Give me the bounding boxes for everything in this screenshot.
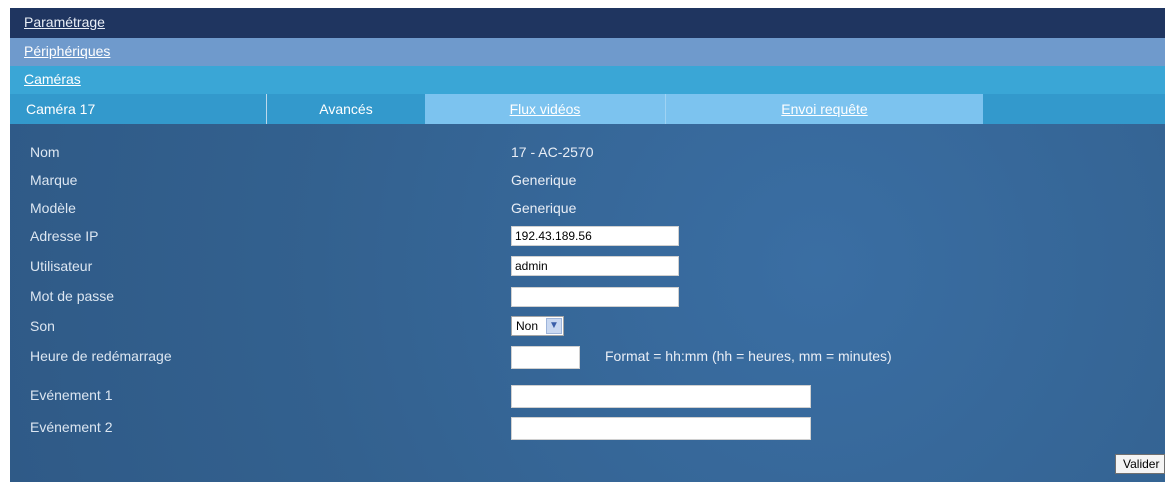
nav-bar-parametrage: Paramétrage — [10, 8, 1165, 38]
nom-label: Nom — [30, 144, 60, 160]
submit-button[interactable]: Valider — [1115, 454, 1165, 474]
tab-avances[interactable]: Avancés — [267, 94, 425, 124]
nav-link-peripheriques[interactable]: Périphériques — [10, 43, 110, 59]
ip-address-input[interactable] — [511, 226, 679, 246]
chevron-down-icon[interactable]: ▼ — [546, 318, 562, 334]
password-label: Mot de passe — [30, 288, 115, 304]
modele-label: Modèle — [30, 200, 76, 216]
event1-label: Evénement 1 — [30, 387, 113, 403]
ip-label: Adresse IP — [30, 228, 99, 244]
event2-label: Evénement 2 — [30, 419, 113, 435]
event2-input[interactable] — [511, 417, 811, 440]
son-select-value: Non — [516, 319, 539, 333]
reboot-format-hint: Format = hh:mm (hh = heures, mm = minute… — [605, 348, 892, 364]
marque-value: Generique — [511, 172, 577, 188]
reboot-time-input[interactable] — [511, 346, 580, 369]
user-label: Utilisateur — [30, 258, 93, 274]
son-select[interactable]: Non ▼ — [511, 316, 564, 336]
settings-panel: Nom 17 - AC-2570 Marque Generique Modèle… — [10, 124, 1165, 482]
reboot-label: Heure de redémarrage — [30, 348, 172, 364]
camera-title: Caméra 17 — [10, 94, 267, 124]
modele-value: Generique — [511, 200, 577, 216]
password-input[interactable] — [511, 287, 679, 307]
tab-flux-videos[interactable]: Flux vidéos — [425, 94, 665, 124]
nav-link-parametrage[interactable]: Paramétrage — [10, 14, 105, 30]
username-input[interactable] — [511, 256, 679, 276]
nom-value: 17 - AC-2570 — [511, 144, 594, 160]
tab-envoi-requete[interactable]: Envoi requête — [665, 94, 983, 124]
nav-link-cameras[interactable]: Caméras — [10, 71, 81, 87]
nav-bar-peripheriques: Périphériques — [10, 38, 1165, 66]
son-label: Son — [30, 318, 55, 334]
event1-input[interactable] — [511, 385, 811, 408]
marque-label: Marque — [30, 172, 78, 188]
tab-bar: Caméra 17 Avancés Flux vidéos Envoi requ… — [10, 94, 1165, 124]
nav-bar-cameras: Caméras — [10, 66, 1165, 94]
page: Paramétrage Périphériques Caméras Caméra… — [0, 0, 1165, 482]
